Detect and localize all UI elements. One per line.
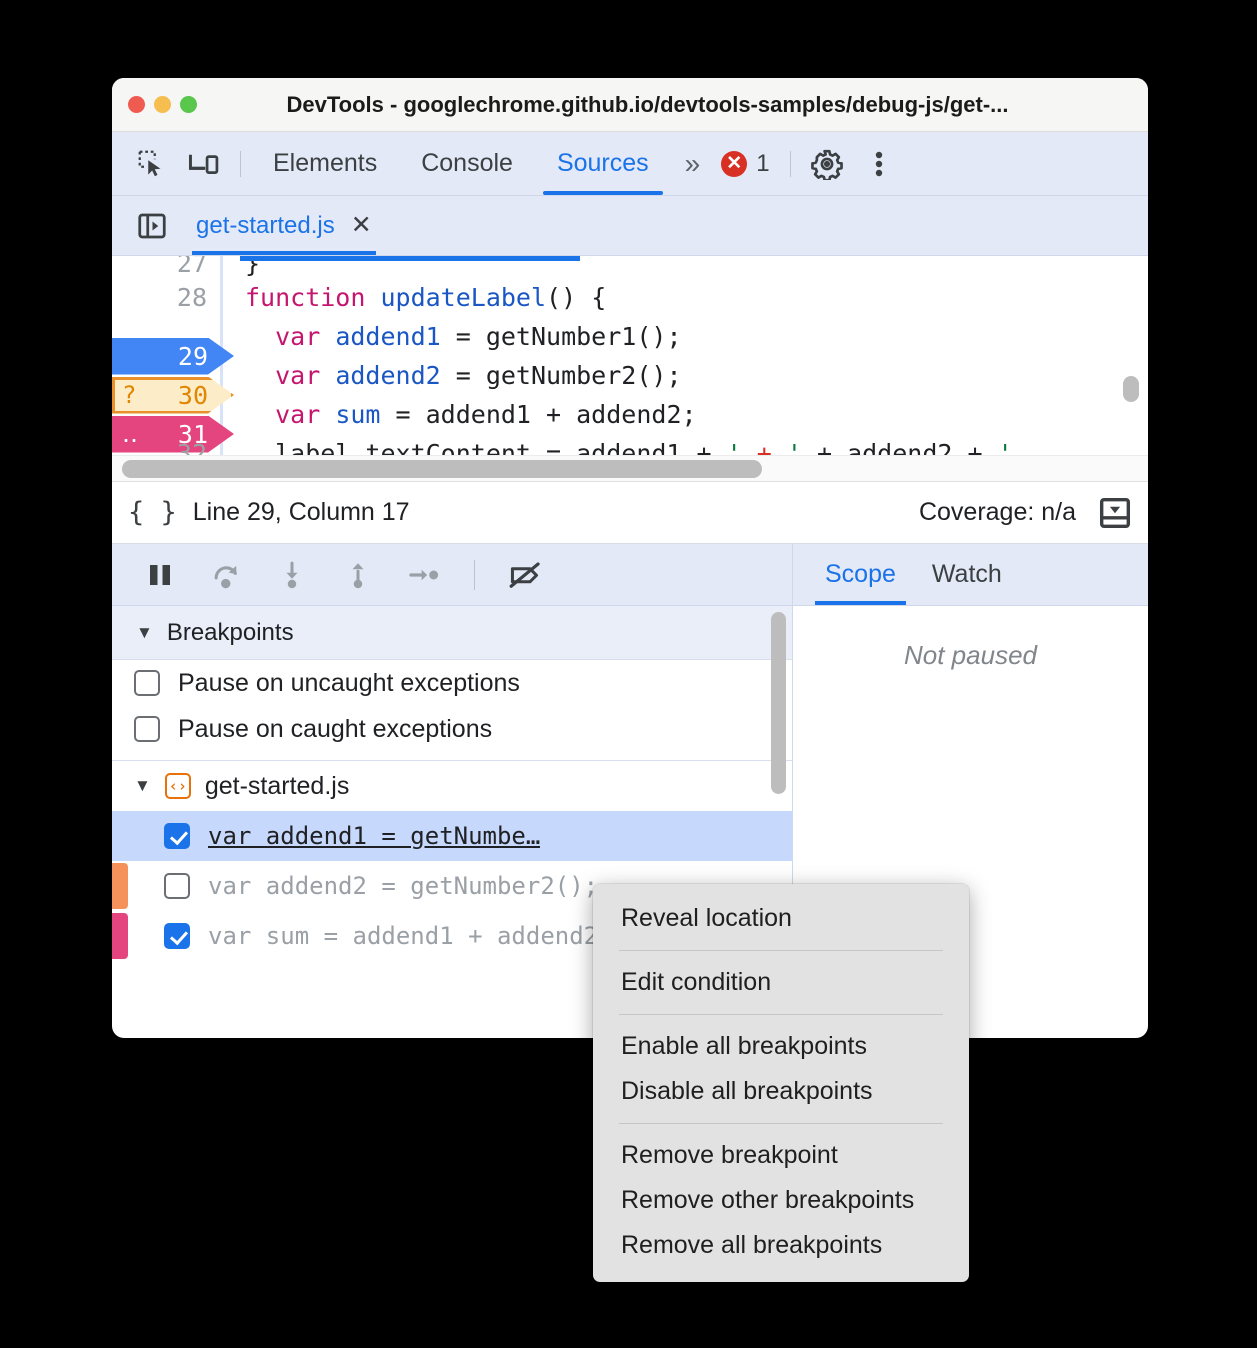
step-out-button[interactable] <box>328 551 388 599</box>
code-line-text: var sum = addend1 + addend2; <box>245 400 697 429</box>
source-tab-label: get-started.js <box>196 211 335 239</box>
active-tab-underline <box>240 256 580 261</box>
context-menu-item-edit-condition[interactable]: Edit condition <box>593 960 969 1005</box>
coverage-label: Coverage: n/a <box>918 498 1076 526</box>
inspect-element-icon[interactable] <box>126 142 178 186</box>
show-navigator-icon[interactable] <box>126 204 178 248</box>
pause-resume-button[interactable] <box>130 551 190 599</box>
error-count-label: 1 <box>756 149 770 177</box>
deactivate-breakpoints-button[interactable] <box>495 551 555 599</box>
step-into-button[interactable] <box>262 551 322 599</box>
kebab-menu-icon[interactable] <box>853 142 905 186</box>
pause-on-caught-exceptions-checkbox[interactable] <box>134 716 160 742</box>
line-number[interactable]: 27 <box>112 256 220 278</box>
maximize-button[interactable] <box>180 96 197 113</box>
debugger-toolbar-divider <box>474 559 475 590</box>
editor-vertical-scrollbar[interactable] <box>1123 376 1139 402</box>
context-menu-item-remove-breakpoint[interactable]: Remove breakpoint <box>593 1133 969 1178</box>
breakpoints-title: Breakpoints <box>166 618 294 646</box>
context-menu-item-reveal-location[interactable]: Reveal location <box>593 896 969 941</box>
breakpoints-pane-scrollbar[interactable] <box>771 612 786 794</box>
tab-watch[interactable]: Watch <box>914 545 1020 605</box>
context-menu-item-enable-all-breakpoints[interactable]: Enable all breakpoints <box>593 1024 969 1069</box>
code-line: ‥ 31 var sum = addend1 + addend2; <box>112 395 1148 453</box>
show-drawer-icon[interactable] <box>1098 496 1132 530</box>
screenshot-root: DevTools - googlechrome.github.io/devtoo… <box>0 0 1257 1348</box>
breakpoint-file-name: get-started.js <box>204 771 350 800</box>
editor-horizontal-scrollbar-thumb[interactable] <box>122 460 762 478</box>
toolbar-divider <box>240 150 241 177</box>
line-number[interactable]: 28 <box>112 283 220 312</box>
breakpoint-color-strip-pink <box>112 913 128 959</box>
step-button[interactable] <box>394 551 454 599</box>
pretty-print-icon[interactable]: { } <box>128 497 177 528</box>
window-titlebar: DevTools - googlechrome.github.io/devtoo… <box>112 78 1148 132</box>
pause-on-caught-exceptions-row[interactable]: Pause on caught exceptions <box>112 706 792 752</box>
breakpoint-color-strip-orange <box>112 863 128 909</box>
breakpoint-enabled-checkbox[interactable] <box>164 823 190 849</box>
context-menu-separator <box>619 1014 943 1015</box>
conditional-breakpoint-glyph: ? <box>122 381 137 409</box>
window-title: DevTools - googlechrome.github.io/devtoo… <box>286 91 1009 117</box>
context-menu-item-disable-all-breakpoints[interactable]: Disable all breakpoints <box>593 1069 969 1114</box>
source-tab-get-started-js[interactable]: get-started.js ✕ <box>178 197 386 255</box>
js-file-icon: ‹› <box>164 773 191 799</box>
code-line: 29 var addend1 = getNumber1(); <box>112 317 1148 375</box>
minimize-button[interactable] <box>154 96 171 113</box>
gear-icon[interactable] <box>801 142 853 186</box>
code-line: 28 function updateLabel() { <box>112 278 1148 317</box>
device-toolbar-icon[interactable] <box>178 142 230 186</box>
breakpoint-marker-blue[interactable]: 29 <box>112 337 234 375</box>
code-line-text: function updateLabel() { <box>245 283 607 312</box>
breakpoint-list-item[interactable]: var addend1 = getNumbe… <box>112 811 792 861</box>
pause-on-caught-exceptions-label: Pause on caught exceptions <box>178 714 493 743</box>
step-over-button[interactable] <box>196 551 256 599</box>
tab-console[interactable]: Console <box>399 133 535 195</box>
sources-tabstrip: get-started.js ✕ <box>112 196 1148 256</box>
breakpoints-section-header[interactable]: ▼ Breakpoints <box>112 606 792 660</box>
scope-watch-tabstrip: Scope Watch <box>793 544 1148 606</box>
editor-statusbar: { } Line 29, Column 17 Coverage: n/a <box>112 482 1148 544</box>
code-line: ? 30 var addend2 = getNumber2(); <box>112 356 1148 414</box>
pause-on-uncaught-exceptions-checkbox[interactable] <box>134 670 160 696</box>
context-menu-separator <box>619 950 943 951</box>
breakpoint-enabled-checkbox[interactable] <box>164 923 190 949</box>
context-menu-item-remove-other-breakpoints[interactable]: Remove other breakpoints <box>593 1178 969 1223</box>
close-icon[interactable]: ✕ <box>351 213 372 238</box>
editor-horizontal-scrollbar-track[interactable] <box>112 455 1148 481</box>
tab-sources[interactable]: Sources <box>535 133 671 195</box>
devtools-main-toolbar: Elements Console Sources » ✕ 1 <box>112 132 1148 196</box>
breakpoint-snippet: var addend2 = getNumber2(); <box>208 872 599 900</box>
tab-elements[interactable]: Elements <box>251 133 399 195</box>
cursor-position-label: Line 29, Column 17 <box>192 498 410 526</box>
pause-on-uncaught-exceptions-label: Pause on uncaught exceptions <box>178 668 520 697</box>
breakpoint-marker-conditional[interactable]: ? 30 <box>112 376 234 414</box>
code-line-text: var addend2 = getNumber2(); <box>245 361 682 390</box>
breakpoint-snippet: var addend1 = getNumbe… <box>208 822 541 850</box>
chevron-down-icon[interactable]: ▼ <box>136 623 153 643</box>
breakpoint-file-group[interactable]: ▼ ‹› get-started.js <box>112 761 792 811</box>
chevron-down-icon[interactable]: ▼ <box>134 776 151 796</box>
breakpoint-context-menu: Reveal location Edit condition Enable al… <box>593 884 969 1282</box>
code-editor[interactable]: 27 } 28 function updateLabel() { 29 var … <box>112 256 1148 482</box>
error-icon: ✕ <box>721 150 748 177</box>
debugger-toolbar <box>112 544 792 606</box>
close-button[interactable] <box>128 96 145 113</box>
tab-scope[interactable]: Scope <box>807 545 914 605</box>
context-menu-item-remove-all-breakpoints[interactable]: Remove all breakpoints <box>593 1223 969 1268</box>
window-controls <box>128 96 197 113</box>
scope-empty-message: Not paused <box>904 640 1037 670</box>
more-tabs-chevron-icon[interactable]: » <box>671 148 712 180</box>
error-count-badge[interactable]: ✕ 1 <box>711 150 779 178</box>
pause-on-uncaught-exceptions-row[interactable]: Pause on uncaught exceptions <box>112 660 792 706</box>
code-line-text: var addend1 = getNumber1(); <box>245 322 682 351</box>
breakpoint-enabled-checkbox[interactable] <box>164 873 190 899</box>
toolbar-divider-2 <box>789 150 791 177</box>
breakpoint-snippet: var sum = addend1 + addend2; <box>208 922 613 950</box>
context-menu-separator <box>619 1123 943 1124</box>
